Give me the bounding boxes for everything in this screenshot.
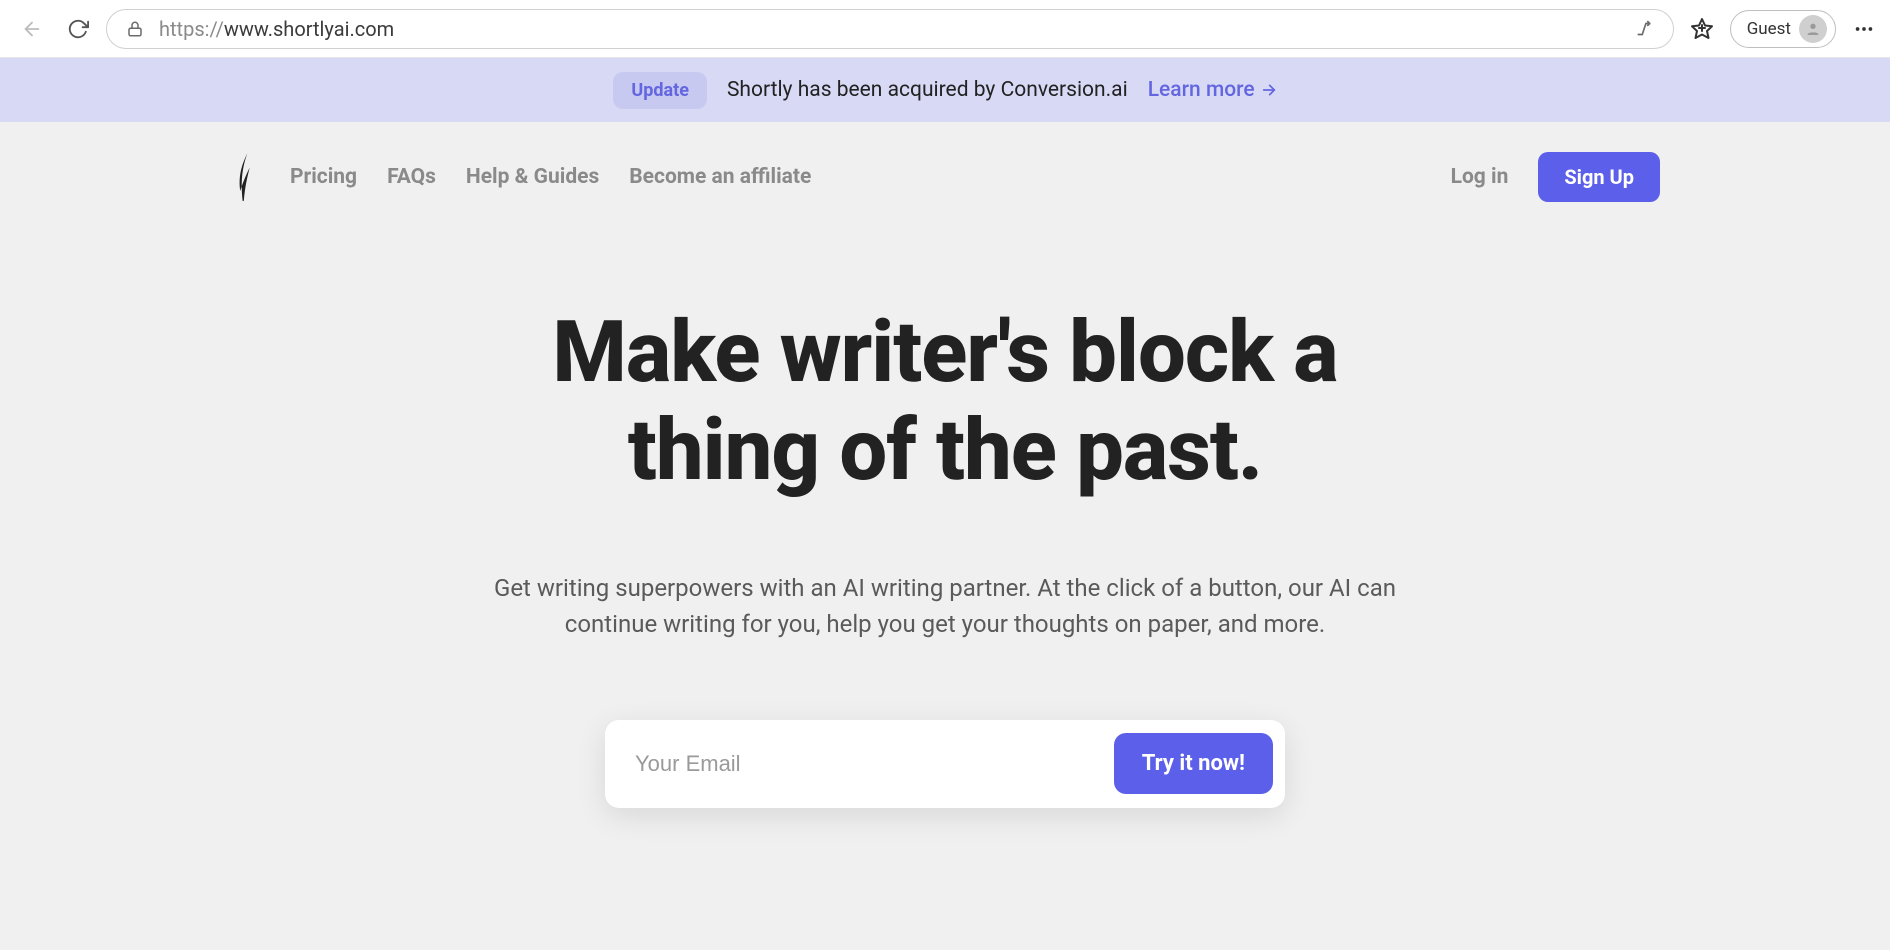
- profile-label: Guest: [1747, 19, 1791, 39]
- lock-icon: [123, 17, 147, 41]
- site-nav: Pricing FAQs Help & Guides Become an aff…: [0, 122, 1890, 204]
- page-content: Update Shortly has been acquired by Conv…: [0, 58, 1890, 950]
- nav-help[interactable]: Help & Guides: [466, 165, 599, 189]
- hero-subtext: Get writing superpowers with an AI writi…: [445, 570, 1445, 642]
- profile-button[interactable]: Guest: [1730, 10, 1836, 48]
- email-signup: Try it now!: [605, 720, 1285, 808]
- login-link[interactable]: Log in: [1451, 165, 1509, 189]
- announcement-text: Shortly has been acquired by Conversion.…: [727, 78, 1128, 102]
- signup-button[interactable]: Sign Up: [1538, 152, 1660, 202]
- browser-chrome: https://www.shortlyai.com Guest: [0, 0, 1890, 58]
- nav-pricing[interactable]: Pricing: [290, 165, 357, 189]
- email-input[interactable]: [635, 751, 1114, 777]
- logo-feather-icon[interactable]: [230, 150, 260, 204]
- nav-faqs[interactable]: FAQs: [387, 165, 436, 189]
- learn-more-link[interactable]: Learn more: [1148, 78, 1277, 102]
- hero-headline-line2: thing of the past.: [628, 400, 1262, 500]
- url-text: https://www.shortlyai.com: [159, 17, 1621, 41]
- favorites-icon[interactable]: [1690, 17, 1714, 41]
- announcement-pill: Update: [613, 72, 707, 109]
- try-now-button[interactable]: Try it now!: [1114, 733, 1273, 794]
- hero-headline: Make writer's block a thing of the past.: [0, 304, 1890, 500]
- avatar-icon: [1799, 15, 1827, 43]
- hero: Make writer's block a thing of the past.…: [0, 204, 1890, 808]
- refresh-button[interactable]: [60, 11, 96, 47]
- url-host: www.shortlyai.com: [224, 17, 394, 41]
- arrow-left-icon: [21, 18, 43, 40]
- hero-headline-line1: Make writer's block a: [552, 302, 1337, 402]
- address-bar[interactable]: https://www.shortlyai.com: [106, 9, 1674, 49]
- url-scheme: https://: [159, 17, 224, 41]
- refresh-icon: [67, 18, 89, 40]
- back-button[interactable]: [14, 11, 50, 47]
- nav-affiliate[interactable]: Become an affiliate: [629, 165, 811, 189]
- read-aloud-icon[interactable]: [1633, 17, 1657, 41]
- more-icon[interactable]: [1852, 17, 1876, 41]
- learn-more-label: Learn more: [1148, 78, 1255, 102]
- announcement-bar: Update Shortly has been acquired by Conv…: [0, 58, 1890, 122]
- arrow-right-icon: [1261, 82, 1277, 98]
